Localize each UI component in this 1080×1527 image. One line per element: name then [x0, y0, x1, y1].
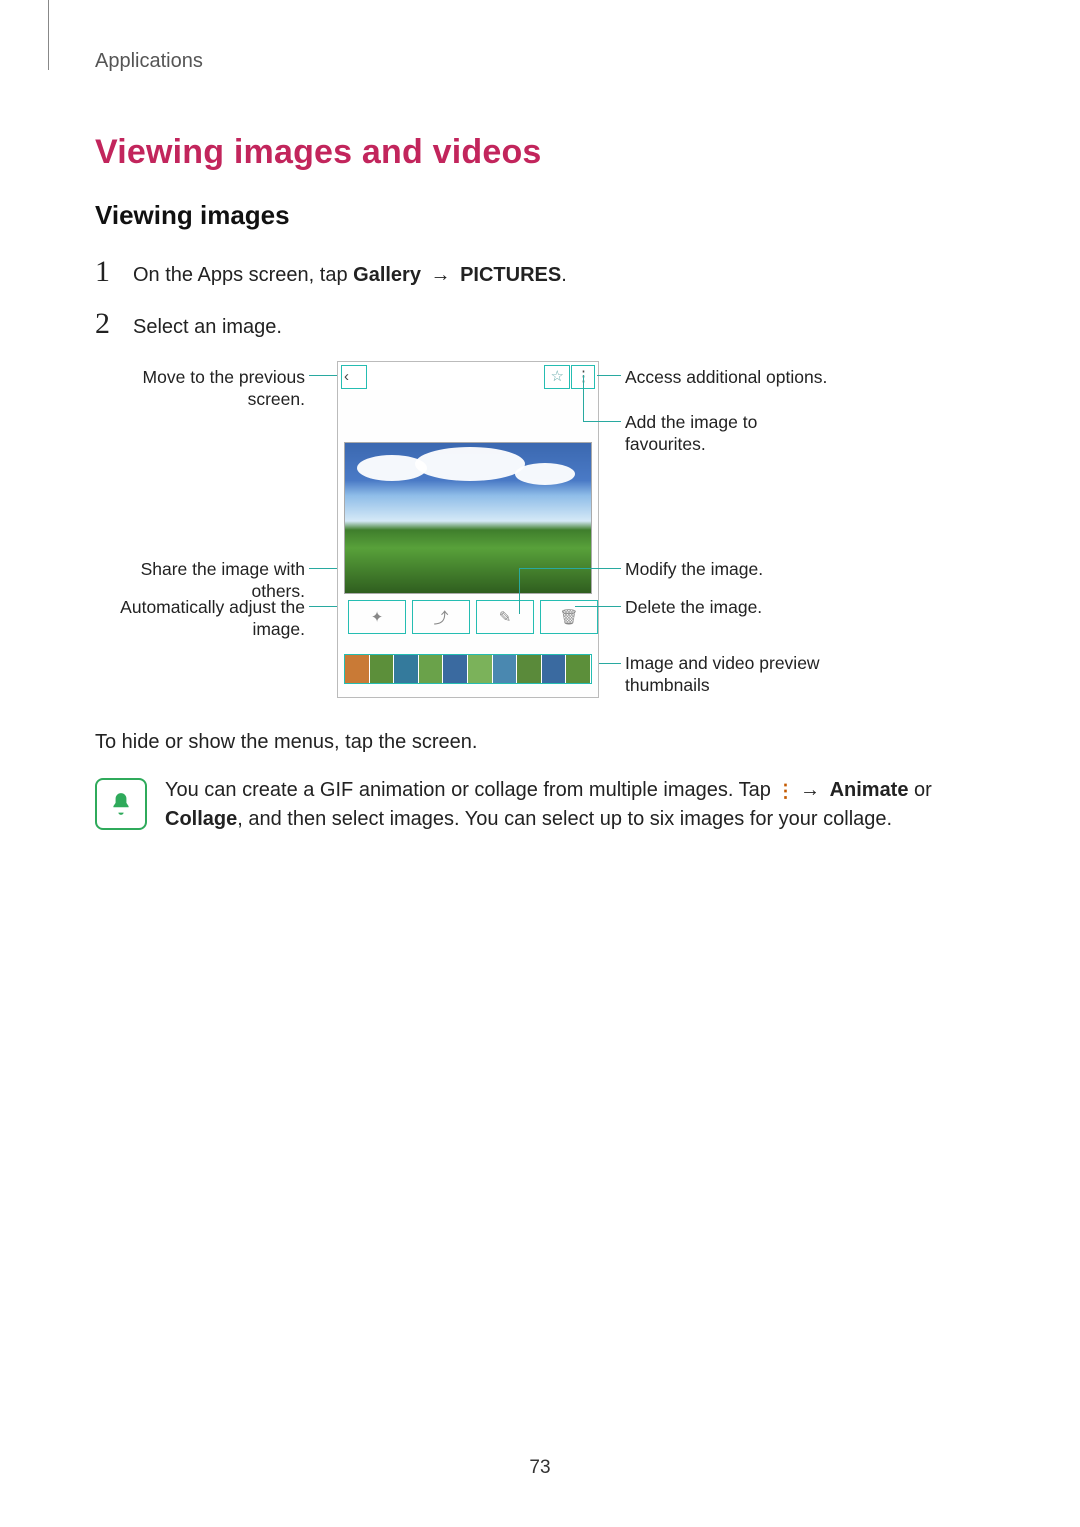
callout-thumbnails: Image and video preview thumbnails — [625, 653, 845, 697]
arrow-icon: → — [800, 776, 820, 805]
highlight-back — [341, 365, 367, 389]
step-number: 1 — [95, 255, 129, 289]
gallery-actionbar: ✦ ⤴ ✎ 🗑 — [344, 598, 592, 636]
thumbnail[interactable] — [419, 655, 444, 683]
callout-delete: Delete the image. — [625, 597, 762, 619]
breadcrumb: Applications — [95, 50, 985, 73]
callout-auto-adjust: Automatically adjust the image. — [95, 597, 305, 641]
leader-line — [309, 375, 337, 376]
main-image[interactable] — [344, 442, 592, 594]
step-prefix: Select an image. — [133, 316, 282, 338]
hide-show-instruction: To hide or show the menus, tap the scree… — [95, 731, 985, 754]
thumbnail[interactable] — [566, 655, 591, 683]
thumbnail[interactable] — [345, 655, 370, 683]
thumbnail[interactable] — [394, 655, 419, 683]
more-options-icon: ⋮ — [776, 785, 790, 797]
step-suffix: . — [561, 264, 567, 286]
step-mid1 — [421, 264, 427, 286]
phone-screenshot: ‹ ☆ ⋮ ✦ ⤴ ✎ 🗑 — [337, 361, 599, 698]
note-text: You can create a GIF animation or collag… — [165, 776, 985, 834]
edit-button[interactable]: ✎ — [476, 600, 534, 634]
leader-line — [583, 375, 584, 421]
section-title: Viewing images and videos — [95, 133, 985, 172]
gallery-diagram: Move to the previous screen. Share the i… — [95, 361, 985, 701]
share-button[interactable]: ⤴ — [412, 600, 470, 634]
step-number: 2 — [95, 307, 129, 341]
leader-line — [519, 568, 520, 614]
leader-line — [575, 606, 621, 607]
subsection-title: Viewing images — [95, 200, 985, 231]
highlight-star — [544, 365, 570, 389]
gallery-bold: Gallery — [353, 264, 421, 286]
auto-adjust-button[interactable]: ✦ — [348, 600, 406, 634]
step-prefix: On the Apps screen, tap — [133, 264, 353, 286]
callout-modify: Modify the image. — [625, 559, 763, 581]
thumbnail[interactable] — [468, 655, 493, 683]
callout-more-options: Access additional options. — [625, 367, 827, 389]
collage-bold: Collage — [165, 808, 237, 830]
note-pre: You can create a GIF animation or collag… — [165, 779, 776, 801]
animate-bold: Animate — [830, 779, 909, 801]
cloud-shape — [515, 463, 575, 485]
leader-line — [599, 663, 621, 664]
step-text: On the Apps screen, tap Gallery → PICTUR… — [133, 264, 567, 287]
page-content: Applications Viewing images and videos V… — [0, 0, 1080, 1527]
thumbnail[interactable] — [443, 655, 468, 683]
leader-line — [597, 375, 621, 376]
callout-add-favourites: Add the image to favourites. — [625, 412, 835, 456]
step-2: 2 Select an image. — [95, 307, 985, 341]
page-number: 73 — [0, 1457, 1080, 1479]
cloud-shape — [415, 447, 525, 481]
leader-line — [583, 421, 621, 422]
thumbnail-strip[interactable] — [344, 654, 592, 684]
thumbnail[interactable] — [517, 655, 542, 683]
leader-line — [519, 568, 621, 569]
callout-prev-screen: Move to the previous screen. — [95, 367, 305, 411]
thumbnail[interactable] — [493, 655, 518, 683]
note-post: , and then select images. You can select… — [237, 808, 892, 830]
thumbnail[interactable] — [370, 655, 395, 683]
bell-icon — [95, 778, 147, 830]
step-text: Select an image. — [133, 316, 282, 339]
arrow-icon: → — [431, 264, 451, 287]
note-block: You can create a GIF animation or collag… — [95, 776, 985, 834]
thumbnail[interactable] — [542, 655, 567, 683]
step-1: 1 On the Apps screen, tap Gallery → PICT… — [95, 255, 985, 289]
pictures-bold: PICTURES — [460, 264, 561, 286]
note-mid: or — [908, 779, 931, 801]
